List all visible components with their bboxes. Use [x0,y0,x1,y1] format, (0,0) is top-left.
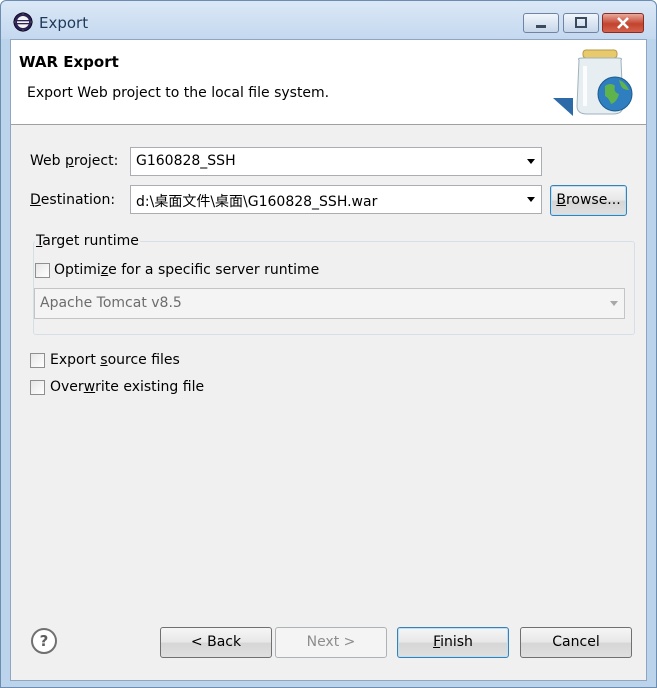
page-description: Export Web project to the local file sys… [27,85,330,101]
overwrite-checkbox[interactable] [30,380,45,395]
help-button[interactable]: ? [31,628,57,654]
maximize-icon [575,17,587,28]
optimize-runtime-checkbox[interactable] [35,263,50,278]
next-button: Next > [275,627,387,658]
web-project-value: G160828_SSH [136,153,236,169]
wizard-banner: WAR Export Export Web project to the loc… [11,40,646,125]
server-runtime-combo: Apache Tomcat v8.5 [34,288,625,319]
close-button[interactable] [602,13,644,33]
export-source-label[interactable]: Export source files [50,352,180,368]
page-title: WAR Export [19,53,119,71]
export-dialog: Export WAR Export Export Web project to … [0,0,657,688]
war-export-jar-icon [553,49,633,116]
dialog-client-area: WAR Export Export Web project to the loc… [10,39,647,681]
minimize-icon [536,25,546,28]
maximize-button[interactable] [563,13,599,33]
destination-label: Destination: [30,192,116,208]
destination-value: d:\桌面文件\桌面\G160828_SSH.war [136,194,378,210]
web-project-label: Web project: [30,153,119,169]
optimize-runtime-label[interactable]: Optimize for a specific server runtime [54,262,319,278]
export-source-checkbox[interactable] [30,353,45,368]
close-icon [617,17,629,29]
server-runtime-value: Apache Tomcat v8.5 [40,295,182,311]
chevron-down-icon [527,197,535,202]
title-bar: Export [1,1,656,39]
browse-button[interactable]: Browse... [550,185,627,216]
help-icon: ? [39,632,49,650]
eclipse-app-icon [13,12,33,32]
cancel-button[interactable]: Cancel [520,627,632,658]
finish-button[interactable]: Finish [397,627,509,658]
overwrite-label[interactable]: Overwrite existing file [50,379,204,395]
target-runtime-legend: Target runtime [35,233,140,249]
window-title: Export [39,14,89,32]
web-project-combo[interactable]: G160828_SSH [130,147,542,176]
chevron-down-icon [527,159,535,164]
destination-combo[interactable]: d:\桌面文件\桌面\G160828_SSH.war [130,185,542,214]
back-button[interactable]: < Back [160,627,272,658]
chevron-down-icon [610,301,618,306]
minimize-button[interactable] [523,13,559,33]
